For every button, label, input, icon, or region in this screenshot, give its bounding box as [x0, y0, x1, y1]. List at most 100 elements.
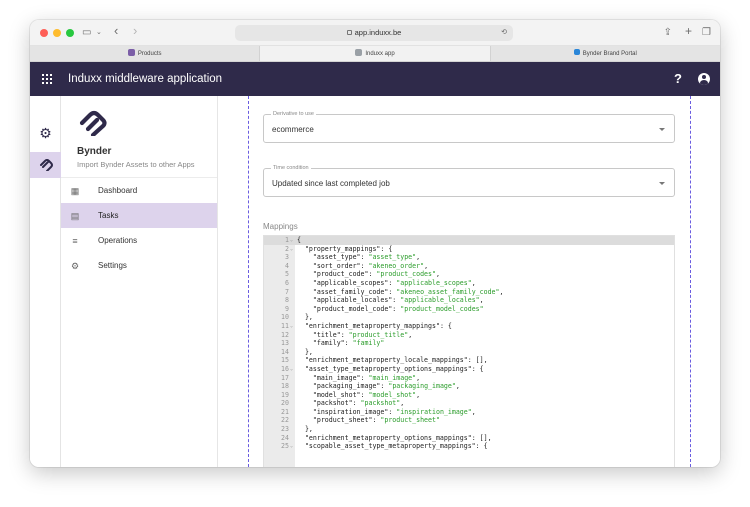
reload-icon[interactable]: ⟲ — [501, 25, 507, 41]
json-value: "family" — [352, 339, 385, 348]
fold-toggle-icon[interactable]: ⌄ — [290, 236, 295, 245]
code-line[interactable]: 7 "asset_family_code": "akeneo_asset_fam… — [264, 288, 674, 297]
code-line[interactable]: 14 }, — [264, 348, 674, 357]
code-line[interactable]: 21 "inspiration_image": "inspiration_ima… — [264, 408, 674, 417]
derivative-value: ecommerce — [272, 125, 314, 134]
chevron-down-icon[interactable]: ⌄ — [96, 26, 102, 40]
code-line[interactable]: 20 "packshot": "packshot", — [264, 399, 674, 408]
line-number: 8 — [285, 296, 289, 305]
json-value: "product_title" — [348, 330, 409, 339]
code-line[interactable]: 10 }, — [264, 313, 674, 322]
code-line[interactable]: 19 "model_shot": "model_shot", — [264, 391, 674, 400]
mappings-code-editor[interactable]: 1 ⌄{2 ⌄ "property_mappings": {3 "asset_typ… — [263, 235, 675, 467]
code-text: "asset_type_metaproperty_options_mapping… — [297, 365, 484, 374]
sidebar-toggle-icon[interactable]: ▭ — [82, 26, 91, 40]
minimize-window-button[interactable] — [53, 29, 61, 37]
code-line[interactable]: 6 "applicable_scopes": "applicable_scope… — [264, 279, 674, 288]
code-line[interactable]: 1 ⌄{ — [264, 236, 674, 245]
code-text: "packshot": "packshot", — [297, 399, 404, 408]
line-number: 6 — [285, 278, 289, 287]
code-line[interactable]: 8 "applicable_locales": "applicable_loca… — [264, 296, 674, 305]
code-line[interactable]: 11 ⌄ "enrichment_metaproperty_mappings": … — [264, 322, 674, 331]
rail-settings[interactable]: ⚙ — [30, 120, 61, 146]
code-line[interactable]: 4 "sort_order": "akeneo_order", — [264, 262, 674, 271]
fold-toggle-icon[interactable]: ⌄ — [290, 365, 295, 374]
close-window-button[interactable] — [40, 29, 48, 37]
help-icon[interactable]: ? — [674, 71, 682, 87]
code-line[interactable]: 24 "enrichment_metaproperty_options_mapp… — [264, 434, 674, 443]
code-text: "product_model_code": "product_model_cod… — [297, 305, 484, 314]
app-title: Induxx middleware application — [68, 73, 223, 85]
gear-icon: ⚙ — [39, 125, 52, 141]
json-key: "property_mappings" — [304, 244, 381, 253]
code-line[interactable]: 15 "enrichment_metaproperty_locale_mappi… — [264, 356, 674, 365]
share-icon[interactable]: ⇪ — [664, 26, 672, 40]
tab-products[interactable]: Products — [30, 46, 261, 61]
bynder-logo-icon — [79, 110, 107, 136]
json-value: "main_image" — [368, 373, 417, 382]
code-line[interactable]: 23 }, — [264, 425, 674, 434]
tab-label: Bynder Brand Portal — [582, 51, 637, 57]
fold-toggle-icon[interactable]: ⌄ — [290, 322, 295, 331]
new-tab-icon[interactable]: + — [685, 24, 692, 38]
sidebar-item-tasks[interactable]: ▤ Tasks — [61, 203, 217, 228]
json-key: "applicable_locales" — [312, 296, 393, 305]
json-key: "main_image" — [312, 373, 361, 382]
sidebar-item-label: Dashboard — [98, 186, 138, 195]
json-value: "asset_type" — [368, 253, 417, 262]
json-key: "packaging_image" — [312, 382, 381, 391]
json-value: "product_model_codes" — [400, 304, 484, 313]
code-line[interactable]: 18 "packaging_image": "packaging_image", — [264, 382, 674, 391]
code-line[interactable]: 2 ⌄ "property_mappings": { — [264, 245, 674, 254]
code-text: }, — [297, 313, 313, 322]
code-line[interactable]: 22 "product_sheet": "product_sheet" — [264, 416, 674, 425]
rail-bynder[interactable] — [30, 152, 61, 178]
code-punctuation: : { — [380, 244, 393, 253]
account-icon[interactable] — [698, 73, 710, 85]
json-key: "sort_order" — [312, 261, 361, 270]
back-icon[interactable]: ‹ — [114, 24, 118, 38]
address-bar[interactable]: app.induxx.be ⟲ — [235, 25, 513, 41]
sidebar-item-dashboard[interactable]: ▦ Dashboard — [61, 178, 217, 203]
code-punctuation: , — [471, 278, 476, 287]
code-text: }, — [297, 348, 313, 357]
line-number: 25 — [281, 442, 289, 451]
code-text: "scopable_asset_type_metaproperty_mappin… — [297, 442, 488, 451]
chevron-down-icon — [659, 182, 665, 185]
json-key: "asset_type_metaproperty_options_mapping… — [304, 364, 472, 373]
code-line[interactable]: 9 "product_model_code": "product_model_c… — [264, 305, 674, 314]
forward-icon[interactable]: › — [133, 24, 137, 38]
code-line[interactable]: 12 "title": "product_title", — [264, 331, 674, 340]
line-number: 18 — [281, 382, 289, 391]
app-body: ⚙ Bynder Import Bynder Assets to other A… — [30, 96, 720, 467]
code-line[interactable]: 13 "family": "family" — [264, 339, 674, 348]
code-line[interactable]: 25 ⌄ "scopable_asset_type_metaproperty_ma… — [264, 442, 674, 451]
code-line[interactable]: 17 "main_image": "main_image", — [264, 374, 674, 383]
json-value: "model_shot" — [368, 390, 417, 399]
code-text: "inspiration_image": "inspiration_image"… — [297, 408, 476, 417]
sidebar-item-operations[interactable]: ≡ Operations — [61, 228, 217, 253]
tab-bynder-brand-portal[interactable]: Bynder Brand Portal — [491, 46, 720, 61]
tasks-icon: ▤ — [70, 210, 80, 221]
zoom-window-button[interactable] — [66, 29, 74, 37]
fold-toggle-icon[interactable]: ⌄ — [290, 245, 295, 254]
tab-overview-icon[interactable]: ❐ — [702, 26, 711, 40]
code-punctuation: : { — [439, 321, 452, 330]
code-line[interactable]: 5 "product_code": "product_codes", — [264, 270, 674, 279]
code-text: "applicable_scopes": "applicable_scopes"… — [297, 279, 476, 288]
browser-toolbar: ▭ ⌄ ‹ › app.induxx.be ⟲ ⇪ + ❐ — [30, 20, 720, 46]
time-condition-select[interactable]: Time condition Updated since last comple… — [263, 165, 675, 197]
code-punctuation: , — [408, 330, 413, 339]
code-line[interactable]: 3 "asset_type": "asset_type", — [264, 253, 674, 262]
fold-toggle-icon[interactable]: ⌄ — [290, 442, 295, 451]
apps-grid-icon[interactable] — [42, 74, 52, 84]
tab-induxx-app[interactable]: Induxx app — [260, 46, 491, 61]
sidebar-item-settings[interactable]: ⚙ Settings — [61, 253, 217, 278]
code-line[interactable]: 16 ⌄ "asset_type_metaproperty_options_map… — [264, 365, 674, 374]
derivative-select[interactable]: Derivative to use ecommerce — [263, 111, 675, 143]
